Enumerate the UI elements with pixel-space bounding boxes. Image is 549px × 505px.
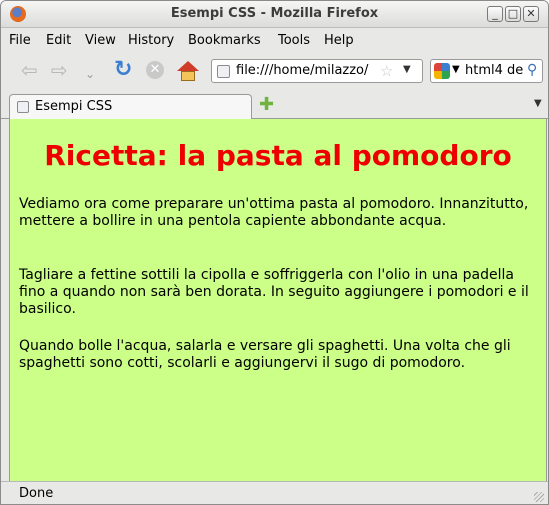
home-icon[interactable] [177, 61, 199, 81]
maximize-button[interactable]: □ [505, 6, 521, 22]
menu-view[interactable]: View [85, 33, 116, 48]
menu-edit[interactable]: Edit [46, 33, 71, 48]
menu-bookmarks[interactable]: Bookmarks [188, 33, 261, 48]
window-title: Esempi CSS - Mozilla Firefox [170, 6, 379, 21]
search-engine-icon[interactable] [434, 63, 450, 79]
bookmark-star-icon[interactable]: ☆ [380, 62, 393, 80]
navigation-toolbar: ⇦ ⇨ ⌄ ↻ ✕ file:///home/milazzo/ ☆ ▼ ▼ ht… [1, 52, 548, 90]
tab-esempi-css[interactable]: Esempi CSS [9, 94, 252, 119]
paragraph: Tagliare a fettine sottili la cipolla e … [19, 267, 529, 317]
engine-dropdown-icon[interactable]: ▼ [452, 64, 460, 75]
search-bar[interactable]: ▼ html4 de ⚲ [430, 59, 543, 83]
forward-icon[interactable]: ⇨ [51, 60, 68, 80]
history-dropdown-icon[interactable]: ⌄ [85, 64, 95, 84]
page-content: Ricetta: la pasta al pomodoro Vediamo or… [9, 119, 547, 481]
url-dropdown-icon[interactable]: ▼ [403, 64, 411, 75]
close-button[interactable]: ✕ [523, 6, 539, 22]
status-bar: Done [1, 481, 548, 504]
page-icon [217, 65, 230, 78]
menu-help[interactable]: Help [324, 33, 354, 48]
url-bar[interactable]: file:///home/milazzo/ ☆ ▼ [211, 59, 423, 83]
menu-bar: File Edit View History Bookmarks Tools H… [1, 29, 548, 51]
tab-list-icon[interactable]: ▼ [534, 98, 542, 109]
back-icon[interactable]: ⇦ [21, 60, 38, 80]
menu-file[interactable]: File [9, 33, 31, 48]
minimize-button[interactable]: _ [487, 6, 503, 22]
tab-page-icon [17, 101, 29, 113]
status-text: Done [19, 486, 54, 501]
title-bar[interactable]: Esempi CSS - Mozilla Firefox _ □ ✕ [1, 1, 548, 28]
browser-window: Esempi CSS - Mozilla Firefox _ □ ✕ File … [0, 0, 549, 505]
page-heading: Ricetta: la pasta al pomodoro [44, 139, 512, 172]
tab-strip: Esempi CSS ✚ ▼ [1, 90, 548, 119]
menu-history[interactable]: History [128, 33, 174, 48]
tab-label: Esempi CSS [35, 99, 113, 114]
resize-grip[interactable] [534, 492, 544, 502]
reload-icon[interactable]: ↻ [114, 59, 132, 81]
url-field[interactable]: file:///home/milazzo/ [236, 63, 376, 78]
stop-icon[interactable]: ✕ [146, 61, 164, 79]
paragraph: Vediamo ora come preparare un'ottima pas… [19, 196, 529, 229]
menu-tools[interactable]: Tools [278, 33, 310, 48]
paragraph: Quando bolle l'acqua, salarla e versare … [19, 338, 511, 371]
new-tab-icon[interactable]: ✚ [259, 96, 274, 114]
search-input[interactable]: html4 de [465, 63, 525, 78]
search-icon[interactable]: ⚲ [527, 62, 537, 78]
